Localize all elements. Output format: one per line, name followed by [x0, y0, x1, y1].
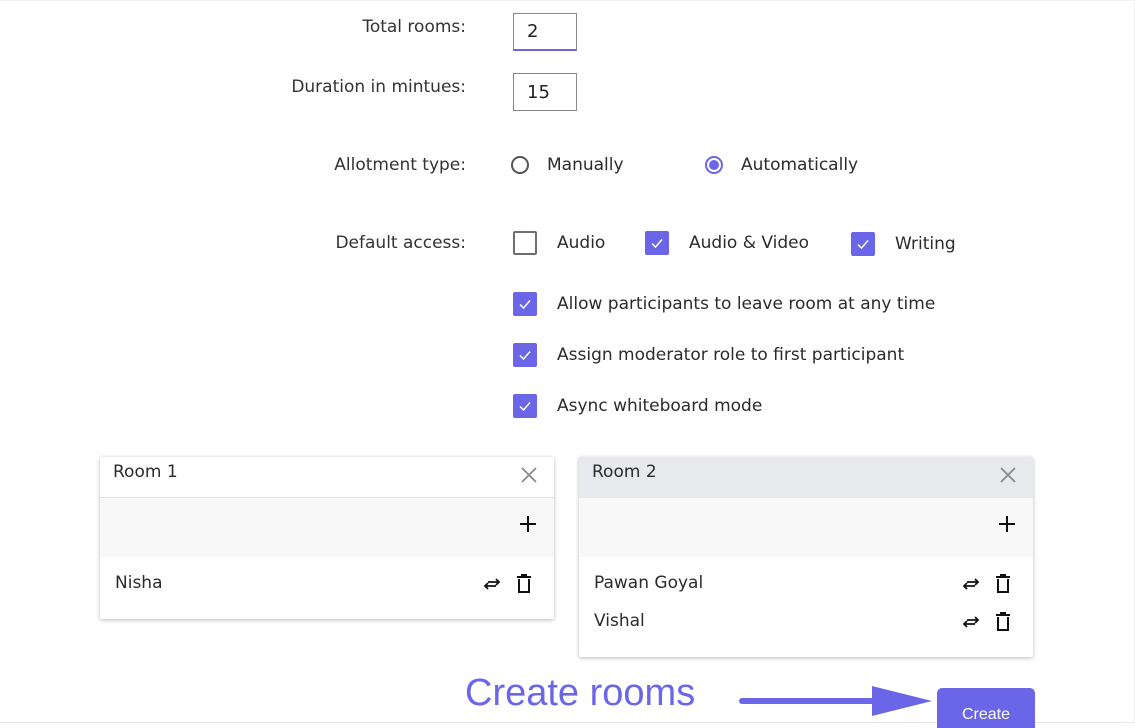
- room-title: Room 2: [592, 462, 657, 482]
- room-header[interactable]: Room 2: [579, 457, 1033, 498]
- participant-list: Pawan Goyal Vishal: [579, 557, 1033, 657]
- radio-label: Automatically: [741, 155, 859, 175]
- participant-row: Vishal: [579, 605, 1033, 643]
- arrow-icon: [739, 686, 932, 716]
- swap-arrows-icon[interactable]: [961, 612, 981, 632]
- close-icon[interactable]: [518, 464, 540, 486]
- checkbox-allow-leave[interactable]: Allow participants to leave room at any …: [513, 292, 935, 316]
- checkbox-audio[interactable]: Audio: [513, 231, 605, 255]
- participant-name: Vishal: [594, 611, 645, 631]
- allotment-type-label: Allotment type:: [334, 155, 466, 175]
- create-button[interactable]: Create: [937, 688, 1035, 728]
- checkbox-writing[interactable]: Writing: [851, 232, 956, 256]
- checkbox[interactable]: [513, 292, 537, 316]
- checkmark-icon: [651, 239, 663, 249]
- checkmark-icon: [519, 300, 531, 310]
- add-participant-bar: [100, 498, 554, 557]
- checkbox[interactable]: [513, 231, 537, 255]
- checkbox[interactable]: [851, 232, 875, 256]
- checkbox[interactable]: [513, 394, 537, 418]
- plus-icon[interactable]: [516, 512, 540, 536]
- radio-automatically[interactable]: Automatically: [705, 155, 858, 175]
- close-icon[interactable]: [997, 464, 1019, 486]
- checkbox-label: Audio: [557, 233, 606, 253]
- room-card-1: Room 1 Nisha: [100, 457, 554, 619]
- participant-name: Nisha: [115, 573, 163, 593]
- radio-button[interactable]: [511, 156, 529, 174]
- participant-name: Pawan Goyal: [594, 573, 704, 593]
- create-rooms-annotation: Create rooms: [465, 672, 696, 714]
- top-divider: [0, 0, 1135, 1]
- checkbox-label: Async whiteboard mode: [557, 396, 763, 416]
- checkbox[interactable]: [513, 343, 537, 367]
- checkbox[interactable]: [645, 231, 669, 255]
- trash-icon[interactable]: [993, 611, 1013, 633]
- participant-row: Pawan Goyal: [579, 567, 1033, 605]
- room-title: Room 1: [113, 462, 178, 482]
- trash-icon[interactable]: [993, 573, 1013, 595]
- duration-input[interactable]: [513, 73, 577, 111]
- plus-icon[interactable]: [995, 512, 1019, 536]
- checkbox-label: Allow participants to leave room at any …: [557, 294, 936, 314]
- checkmark-icon: [857, 240, 869, 250]
- checkbox-label: Writing: [895, 234, 956, 254]
- duration-label: Duration in mintues:: [291, 77, 466, 97]
- add-participant-bar: [579, 498, 1033, 557]
- total-rooms-label: Total rooms:: [362, 17, 466, 37]
- checkbox-label: Audio & Video: [689, 233, 810, 253]
- swap-arrows-icon[interactable]: [961, 574, 981, 594]
- swap-arrows-icon[interactable]: [482, 574, 502, 594]
- room-card-2: Room 2 Pawan Goyal Vishal: [579, 457, 1033, 657]
- total-rooms-input[interactable]: [513, 13, 577, 51]
- trash-icon[interactable]: [514, 573, 534, 595]
- radio-button[interactable]: [705, 156, 723, 174]
- radio-label: Manually: [547, 155, 624, 175]
- checkbox-assign-moderator[interactable]: Assign moderator role to first participa…: [513, 343, 904, 367]
- checkmark-icon: [519, 351, 531, 361]
- checkbox-label: Assign moderator role to first participa…: [557, 345, 905, 365]
- radio-manually[interactable]: Manually: [511, 155, 624, 175]
- checkbox-async-whiteboard[interactable]: Async whiteboard mode: [513, 394, 762, 418]
- checkmark-icon: [519, 402, 531, 412]
- checkbox-audio-video[interactable]: Audio & Video: [645, 231, 809, 255]
- participant-row: Nisha: [100, 567, 554, 605]
- participant-list: Nisha: [100, 557, 554, 619]
- room-header[interactable]: Room 1: [100, 457, 554, 498]
- default-access-label: Default access:: [335, 233, 466, 253]
